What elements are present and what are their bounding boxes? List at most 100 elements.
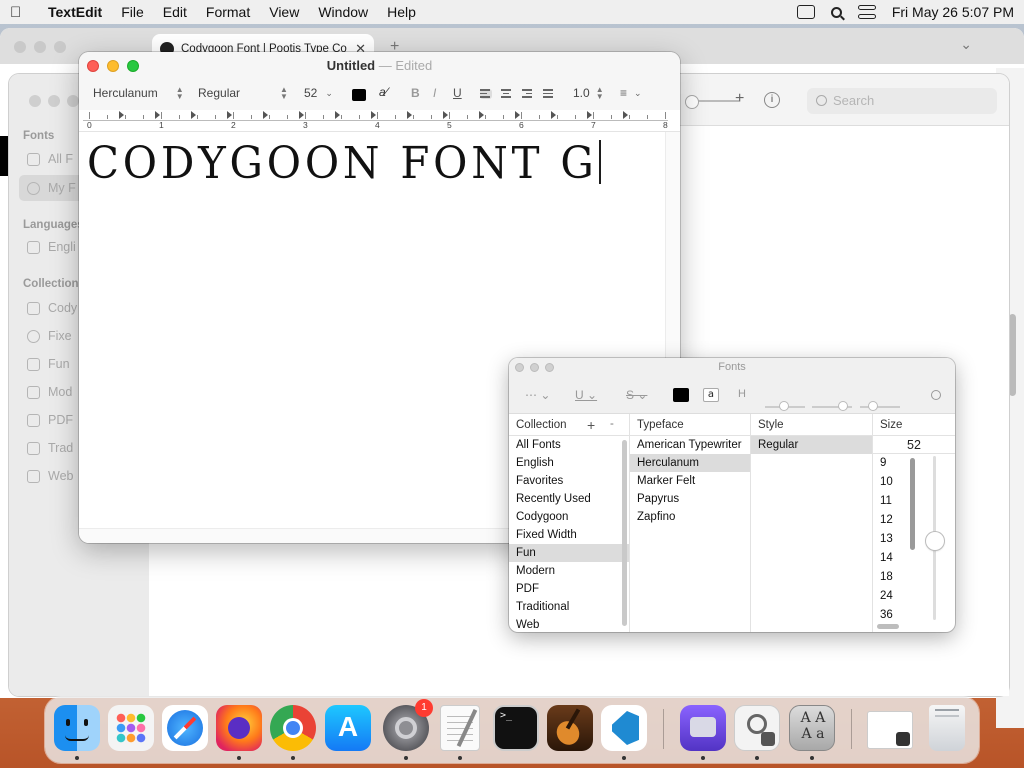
tab-stop-marker[interactable] <box>443 111 448 119</box>
collection-list-item[interactable]: Traditional <box>509 598 629 616</box>
size-input[interactable]: 52 <box>873 436 955 454</box>
tab-stop-marker[interactable] <box>407 111 412 119</box>
close-icon[interactable] <box>515 363 524 372</box>
collection-list-item[interactable]: Fun <box>509 544 629 562</box>
document-text[interactable]: CODYGOON FONT G <box>87 138 629 189</box>
app-menu[interactable]: TextEdit <box>48 4 102 20</box>
add-collection-button[interactable]: + <box>587 414 595 436</box>
size-list-item[interactable]: 12 <box>873 511 909 530</box>
collection-scrollbar[interactable] <box>622 440 627 626</box>
close-icon[interactable] <box>87 60 99 72</box>
tab-stop-marker[interactable] <box>479 111 484 119</box>
tab-stop-marker[interactable] <box>335 111 340 119</box>
firefox-icon[interactable] <box>216 705 262 751</box>
scrollbar-thumb[interactable] <box>1009 314 1016 396</box>
minimize-icon[interactable] <box>107 60 119 72</box>
font-family-popup[interactable]: Herculanum ▲ ▼ <box>93 86 184 101</box>
collection-list-item[interactable]: Web <box>509 616 629 632</box>
size-list-item[interactable]: 10 <box>873 473 909 492</box>
align-justify-icon[interactable] <box>543 89 555 99</box>
shadow-offset-slider[interactable] <box>860 401 900 411</box>
highlight-color-icon[interactable]: a⁄ <box>379 85 388 99</box>
zoom-icon[interactable] <box>54 41 66 53</box>
collection-list-item[interactable]: All Fonts <box>509 436 629 454</box>
tab-stop-marker[interactable] <box>119 111 124 119</box>
close-icon[interactable] <box>14 41 26 53</box>
zoom-icon[interactable] <box>127 60 139 72</box>
style-list-item[interactable]: Regular <box>751 436 872 454</box>
tab-stop-marker[interactable] <box>623 111 628 119</box>
zoom-icon[interactable] <box>545 363 554 372</box>
size-list-item[interactable]: 14 <box>873 549 909 568</box>
font-book-icon[interactable]: A AA a <box>789 705 835 751</box>
collection-list-item[interactable]: Favorites <box>509 472 629 490</box>
apple-menu-icon[interactable]:  <box>10 4 38 21</box>
search-icon[interactable] <box>931 390 941 400</box>
underline-menu-icon[interactable]: U ⌄ <box>575 388 597 402</box>
collection-list-item[interactable]: Fixed Width <box>509 526 629 544</box>
disk-utility-icon[interactable] <box>680 705 726 751</box>
text-color-well[interactable] <box>352 89 366 101</box>
close-icon[interactable] <box>29 95 41 107</box>
size-list-item[interactable]: 13 <box>873 530 909 549</box>
tab-stop-marker[interactable] <box>227 111 232 119</box>
app-store-icon[interactable]: A <box>325 705 371 751</box>
collection-list-item[interactable]: PDF <box>509 580 629 598</box>
menu-help[interactable]: Help <box>387 4 416 20</box>
menu-edit[interactable]: Edit <box>163 4 187 20</box>
safari-icon[interactable] <box>162 705 208 751</box>
align-center-icon[interactable] <box>501 89 513 99</box>
tab-stop-marker[interactable] <box>299 111 304 119</box>
menu-view[interactable]: View <box>269 4 299 20</box>
bold-button[interactable]: B <box>411 86 420 100</box>
shadow-blur-slider[interactable] <box>812 401 852 411</box>
control-center-icon[interactable] <box>857 5 876 19</box>
spotlight-icon[interactable] <box>830 6 842 18</box>
size-list-item[interactable]: 24 <box>873 587 909 606</box>
tab-stop-marker[interactable] <box>551 111 556 119</box>
size-list-hscrollbar[interactable] <box>877 624 899 629</box>
size-list-scrollbar[interactable] <box>910 458 915 550</box>
launchpad-icon[interactable] <box>108 705 154 751</box>
garageband-icon[interactable] <box>547 705 593 751</box>
tab-list-chevron-icon[interactable]: ⌄ <box>960 36 972 53</box>
menu-format[interactable]: Format <box>206 4 250 20</box>
tab-stop-marker[interactable] <box>191 111 196 119</box>
collection-list-item[interactable]: Codygoon <box>509 508 629 526</box>
finder-icon[interactable] <box>54 705 100 751</box>
system-information-icon[interactable] <box>734 705 780 751</box>
tab-stop-marker[interactable] <box>515 111 520 119</box>
collection-list-item[interactable]: English <box>509 454 629 472</box>
info-icon[interactable]: i <box>764 92 780 108</box>
document-color-well[interactable]: a <box>703 388 719 402</box>
line-spacing-popup[interactable]: 1.0 ▲ ▼ <box>573 86 604 101</box>
add-font-icon[interactable]: + <box>735 90 744 108</box>
collection-list-item[interactable]: Recently Used <box>509 490 629 508</box>
collection-list-item[interactable]: Modern <box>509 562 629 580</box>
italic-button[interactable]: I <box>433 86 436 100</box>
tab-stop-marker[interactable] <box>587 111 592 119</box>
preview-size-slider[interactable] <box>685 95 739 109</box>
list-style-icon[interactable]: ≡ ⌄ <box>620 86 642 100</box>
shadow-toggle-icon[interactable]: H <box>738 388 746 400</box>
minimize-icon[interactable] <box>34 41 46 53</box>
align-right-icon[interactable] <box>522 89 534 99</box>
vscode-icon[interactable] <box>601 705 647 751</box>
shadow-opacity-slider[interactable] <box>765 401 805 411</box>
action-menu-icon[interactable]: ⋯ ⌄ <box>525 388 550 402</box>
tab-stop-marker[interactable] <box>263 111 268 119</box>
align-left-icon[interactable] <box>480 89 492 99</box>
text-color-well[interactable] <box>673 388 689 402</box>
typeface-list-item[interactable]: American Typewriter <box>630 436 750 454</box>
size-list-item[interactable]: 18 <box>873 568 909 587</box>
recent-document-icon[interactable] <box>867 711 913 749</box>
ruler[interactable]: 0 1 2 3 4 5 6 7 8 <box>79 110 680 132</box>
underline-button[interactable]: U <box>453 86 462 100</box>
textedit-icon[interactable] <box>440 705 480 751</box>
menu-file[interactable]: File <box>121 4 144 20</box>
size-slider-knob[interactable] <box>926 532 944 550</box>
search-input[interactable]: Search <box>807 88 997 114</box>
menu-clock[interactable]: Fri May 26 5:07 PM <box>892 4 1014 20</box>
tab-stop-marker[interactable] <box>371 111 376 119</box>
remove-collection-button[interactable]: - <box>610 413 614 435</box>
